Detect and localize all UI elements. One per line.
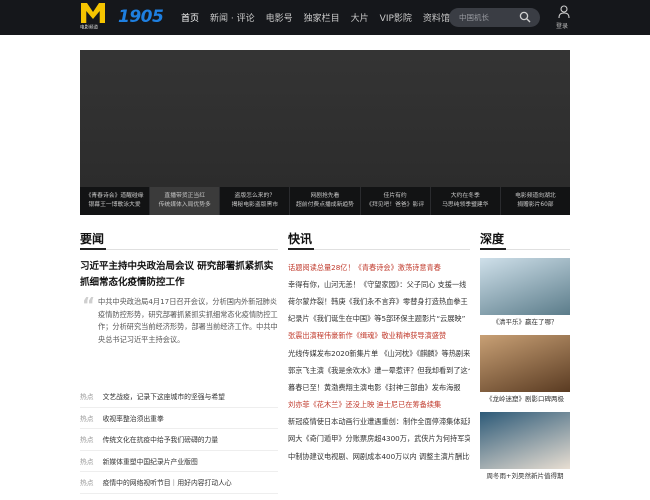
news-link[interactable]: 暮春已至！黄渤费翔主演电影《封神三部曲》发布海报 xyxy=(288,379,470,396)
nav-vip[interactable]: VIP影院 xyxy=(380,11,412,24)
news-link[interactable]: 荷尔蒙炸裂！韩庚《我们永不言弃》零替身打造热血拳王 xyxy=(288,293,470,310)
hot-text[interactable]: 传统文化在抗疫中给予我们磅礴的力量 xyxy=(103,434,219,444)
thumb-line1: 电影频道向湖北 xyxy=(515,193,556,199)
banner-thumb-active[interactable]: 直播带货正当红 传统媒体入局优势多 xyxy=(150,187,221,215)
nav-blockbuster[interactable]: 大片 xyxy=(351,11,369,24)
banner-thumb[interactable]: 《青春诗会》道醒碰缘 银幕王一博歌泳大爱 xyxy=(80,187,151,215)
depth-card[interactable]: 《清平乐》赢在了哪？ xyxy=(480,258,570,335)
news-link[interactable]: 幸得有你，山河无恙！《守望家园》：父子同心 支援一线 xyxy=(288,276,470,293)
quick-news-list: 话题阅读总量28亿！《青春诗会》激荡诗意青春 幸得有你，山河无恙！《守望家园》：… xyxy=(288,259,470,465)
depth-card[interactable]: 周冬雨+刘昊然新片值得期 xyxy=(480,412,570,489)
list-item[interactable]: 热点 文艺战疫，记录下这座城市的坚强与希望 xyxy=(80,386,278,408)
hot-text[interactable]: 文艺战疫，记录下这座城市的坚强与希望 xyxy=(103,391,225,401)
thumb-line2: 超前付费点播成新趋势 xyxy=(296,202,354,208)
thumb-line2: 揭秘电影盗版黑市 xyxy=(231,202,279,208)
thumb-line1: 《青春诗会》道醒碰缘 xyxy=(85,193,144,199)
hot-text[interactable]: 收视率整治须出重拳 xyxy=(103,413,164,423)
thumb-line2: 马思纯领季璧建华 xyxy=(442,202,489,208)
thumb-line2: 捐赠影片60部 xyxy=(517,202,554,208)
banner-thumb[interactable]: 大约在冬季马思纯领季璧建华 xyxy=(431,187,501,215)
list-item[interactable]: 热点 疫情中的网络视听节目｜用好内容打动人心 xyxy=(80,472,278,494)
login-label: 登录 xyxy=(556,23,569,30)
nav-exclusive[interactable]: 独家栏目 xyxy=(304,11,340,24)
nav-news[interactable]: 新闻 · 评论 xyxy=(210,11,255,24)
news-link[interactable]: 网大《奇门遁甲》分账票房超4300万，武侠片为何持军突围？ xyxy=(288,431,470,448)
depth-image[interactable] xyxy=(480,258,570,315)
brand-1905-logo[interactable]: 1905 xyxy=(118,7,164,27)
depth-image[interactable] xyxy=(480,412,570,469)
thumb-line2: 《拜见吧！爸爸》影评 xyxy=(366,202,425,208)
lead-headline[interactable]: 习近平主持中央政治局会议 研究部署抓紧抓实抓细常态化疫情防控工作 xyxy=(80,259,278,291)
depth-caption[interactable]: 周冬雨+刘昊然新片值得期 xyxy=(480,469,570,484)
banner-thumb[interactable]: 网剧抢先看超前付费点播成新趋势 xyxy=(290,187,361,215)
news-link[interactable]: 张震出演程伟豪新作《缉魂》敬业精神获导演盛赞 xyxy=(288,328,470,345)
news-link[interactable]: 郭京飞主演《我是余欢水》遭一晕惹评？但我却看到了这个时代 xyxy=(288,362,470,379)
news-link[interactable]: 纪录片《我们诞生在中国》等5部环保主题影片“云展映” xyxy=(288,311,470,328)
thumb-line1: 佳片有约 xyxy=(383,193,407,199)
lead-summary: 中共中央政治局4月17日召开会议，分析国内外新冠肺炎疫情防控形势，研究部署抓紧抓… xyxy=(98,297,278,344)
banner-image[interactable] xyxy=(80,50,570,187)
hot-news-list: 热点 文艺战疫，记录下这座城市的坚强与希望 热点 收视率整治须出重拳 热点 传统文化在… xyxy=(80,386,278,494)
hot-tag: 热点 xyxy=(80,414,94,423)
list-item[interactable]: 热点 新媒体重塑中国纪录片产业版图 xyxy=(80,451,278,472)
section-title-quick[interactable]: 快讯 xyxy=(288,230,312,247)
news-link[interactable]: 光线传媒发布2020新集片单 《山河枕》《麒麟》等热剧来袭 xyxy=(288,345,470,362)
news-link[interactable]: 话题阅读总量28亿！《青春诗会》激荡诗意青春 xyxy=(288,259,470,276)
thumb-line1: 网剧抢先看 xyxy=(310,193,340,199)
list-item[interactable]: 热点 收视率整治须出重拳 xyxy=(80,408,278,429)
logo-subtitle: 电影频道 xyxy=(80,24,99,31)
divider xyxy=(288,249,470,250)
news-link[interactable]: 新冠疫情使日本动画行业遭遇重创：制作全面停滞集体延期 xyxy=(288,414,470,431)
depth-list: 《清平乐》赢在了哪？ 《龙岭迷窟》剧影口碑两极 周冬雨+刘昊然新片值得期 xyxy=(480,258,570,489)
hot-tag: 热点 xyxy=(80,436,94,445)
top-header: 电影频道 1905 首页 新闻 · 评论 电影号 独家栏目 大片 VIP影院 资… xyxy=(0,0,650,35)
hot-text[interactable]: 新媒体重塑中国纪录片产业版图 xyxy=(103,456,198,466)
thumb-line1: 直播带货正当红 xyxy=(164,193,205,199)
thumb-line2: 传统媒体入局优势多 xyxy=(158,202,211,208)
news-link[interactable]: 刘亦菲《花木兰》还没上映 迪士尼已在筹备续集 xyxy=(288,397,470,414)
section-title-depth[interactable]: 深度 xyxy=(480,230,504,247)
banner-thumb[interactable]: 电影频道向湖北 捐赠影片60部 xyxy=(501,187,570,215)
banner-thumbnails: 《青春诗会》道醒碰缘 银幕王一博歌泳大爱 直播带货正当红 传统媒体入局优势多 盗版怎… xyxy=(80,187,570,215)
search-box[interactable]: 中国机长 xyxy=(449,8,540,27)
banner-thumb[interactable]: 盗版怎么来的？ 揭秘电影盗版黑市 xyxy=(220,187,291,215)
hot-tag: 热点 xyxy=(80,393,94,402)
section-title-news[interactable]: 要闻 xyxy=(80,230,104,247)
depth-caption[interactable]: 《清平乐》赢在了哪？ xyxy=(480,315,570,330)
hot-tag: 热点 xyxy=(80,457,94,466)
divider xyxy=(80,249,278,250)
m-logo-icon xyxy=(81,3,105,23)
thumb-line1: 盗版怎么来的？ xyxy=(234,193,276,199)
thumb-line2: 银幕王一博歌泳大爱 xyxy=(88,202,141,208)
banner-thumb[interactable]: 佳片有约《拜见吧！爸爸》影评 xyxy=(361,187,431,215)
list-item[interactable]: 热点 传统文化在抗疫中给予我们磅礴的力量 xyxy=(80,429,278,451)
user-icon xyxy=(558,5,570,19)
main-nav: 首页 新闻 · 评论 电影号 独家栏目 大片 VIP影院 资料馆 xyxy=(181,0,461,35)
thumb-line1: 大约在冬季 xyxy=(450,193,480,199)
news-link[interactable]: 中制协建议电视剧、网剧成本400万以内 调整主演片酬比例 xyxy=(288,448,470,465)
nav-movie-account[interactable]: 电影号 xyxy=(266,11,293,24)
quote-icon: “ xyxy=(82,293,96,317)
search-input[interactable]: 中国机长 xyxy=(459,12,489,23)
login-button[interactable]: 登录 xyxy=(556,5,572,31)
hot-tag: 热点 xyxy=(80,479,94,488)
divider-accent xyxy=(288,248,314,250)
divider-accent xyxy=(480,248,506,250)
depth-image[interactable] xyxy=(480,335,570,392)
search-icon[interactable] xyxy=(519,11,531,23)
hot-text[interactable]: 疫情中的网络视听节目｜用好内容打动人心 xyxy=(103,477,232,487)
depth-card[interactable]: 《龙岭迷窟》剧影口碑两极 xyxy=(480,335,570,412)
m1905-logo[interactable]: 电影频道 xyxy=(80,2,106,32)
nav-home[interactable]: 首页 xyxy=(181,11,199,24)
nav-archive[interactable]: 资料馆 xyxy=(423,11,450,24)
depth-caption[interactable]: 《龙岭迷窟》剧影口碑两极 xyxy=(480,392,570,407)
divider-accent xyxy=(80,248,106,250)
